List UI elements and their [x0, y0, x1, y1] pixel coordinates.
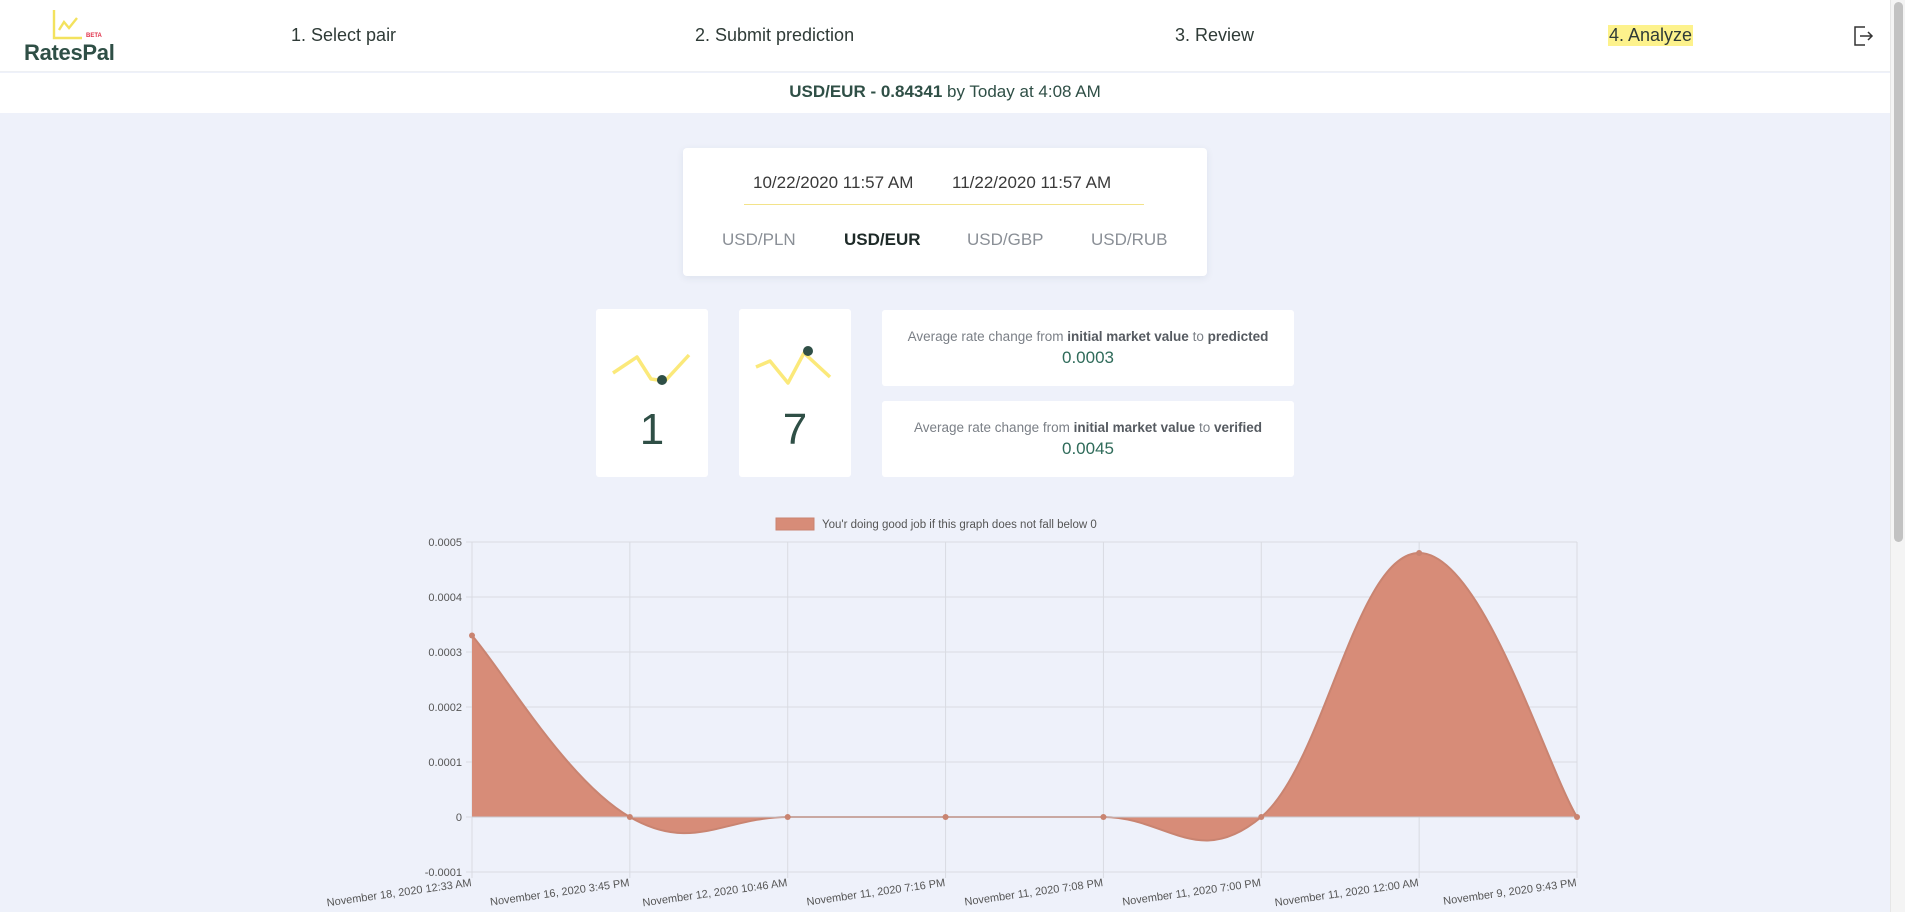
- y-tick-label: 0: [456, 812, 462, 824]
- pair-tab-usd-pln[interactable]: USD/PLN: [722, 230, 796, 250]
- chart-line-icon: [52, 10, 82, 40]
- x-tick-label: November 11, 2020 7:08 PM: [964, 877, 1104, 908]
- y-tick-label: 0.0002: [428, 702, 462, 714]
- beta-badge: BETA: [86, 33, 102, 39]
- filter-card: 10/22/2020 11:57 AM 11/22/2020 11:57 AM …: [683, 148, 1207, 276]
- date-range-underline: [744, 204, 1144, 205]
- x-tick-label: November 16, 2020 3:45 PM: [489, 877, 630, 908]
- nav-analyze[interactable]: 4. Analyze: [1608, 25, 1694, 46]
- avg-predicted-card: Average rate change from initial market …: [882, 310, 1294, 386]
- x-tick-label: November 9, 2020 9:43 PM: [1443, 877, 1578, 908]
- rate-change-chart: 0.00050.00040.00030.00020.00010-0.0001No…: [326, 517, 1580, 909]
- x-tick-label: November 11, 2020 7:00 PM: [1122, 877, 1262, 908]
- pair-tab-usd-eur[interactable]: USD/EUR: [844, 230, 921, 250]
- avg-verified-label: Average rate change from initial market …: [914, 420, 1262, 435]
- app-name: RatesPal: [24, 40, 115, 65]
- data-point: [626, 814, 633, 820]
- x-tick-label: November 18, 2020 12:33 AM: [326, 877, 472, 909]
- data-point: [469, 632, 475, 639]
- nav-review[interactable]: 3. Review: [1175, 25, 1254, 46]
- data-point: [1100, 814, 1107, 820]
- date-from[interactable]: 10/22/2020 11:57 AM: [753, 173, 913, 193]
- data-point: [1258, 814, 1265, 820]
- legend-swatch: [775, 517, 815, 531]
- y-tick-label: -0.0001: [425, 867, 462, 879]
- y-tick-label: 0.0004: [428, 592, 462, 604]
- trend-down-icon: [612, 353, 691, 385]
- stat-up-value: 7: [782, 405, 808, 454]
- logout-icon[interactable]: [1852, 24, 1874, 48]
- nav-submit-prediction[interactable]: 2. Submit prediction: [695, 25, 854, 46]
- avg-verified-card: Average rate change from initial market …: [882, 401, 1294, 477]
- legend-label: You'r doing good job if this graph does …: [822, 519, 1097, 531]
- avg-predicted-label: Average rate change from initial market …: [907, 329, 1269, 344]
- y-tick-label: 0.0001: [428, 757, 462, 769]
- scrollbar-thumb[interactable]: [1894, 2, 1903, 542]
- current-rate: USD/EUR - 0.84341: [789, 82, 943, 101]
- avg-verified-value: 0.0045: [1062, 439, 1114, 458]
- stat-down-value: 1: [639, 405, 665, 454]
- rate-timestamp: by Today at 4:08 AM: [947, 82, 1101, 101]
- top-navigation: BETA RatesPal 1. Select pair 2. Submit p…: [0, 0, 1890, 72]
- nav-select-pair[interactable]: 1. Select pair: [291, 25, 396, 46]
- page-scrollbar[interactable]: [1890, 0, 1905, 912]
- trend-up-icon: [755, 346, 832, 385]
- date-to[interactable]: 11/22/2020 11:57 AM: [952, 173, 1111, 193]
- x-tick-label: November 11, 2020 12:00 AM: [1274, 877, 1420, 909]
- data-point: [942, 814, 949, 820]
- stat-card-up: 7: [739, 309, 851, 477]
- y-tick-label: 0.0003: [428, 647, 462, 659]
- stat-card-down: 1: [596, 309, 708, 477]
- y-tick-label: 0.0005: [428, 537, 462, 549]
- avg-predicted-value: 0.0003: [1062, 348, 1114, 367]
- pair-tab-usd-gbp[interactable]: USD/GBP: [967, 230, 1044, 250]
- series-area: [472, 553, 1577, 841]
- x-tick-label: November 12, 2020 10:46 AM: [642, 877, 788, 909]
- data-point: [1416, 550, 1423, 556]
- data-point: [1574, 814, 1580, 820]
- logo[interactable]: BETA RatesPal: [22, 8, 122, 65]
- pair-tab-usd-rub[interactable]: USD/RUB: [1091, 230, 1168, 250]
- current-rate-bar: USD/EUR - 0.84341 by Today at 4:08 AM: [0, 73, 1890, 113]
- data-point: [784, 814, 791, 820]
- x-tick-label: November 11, 2020 7:16 PM: [806, 877, 946, 908]
